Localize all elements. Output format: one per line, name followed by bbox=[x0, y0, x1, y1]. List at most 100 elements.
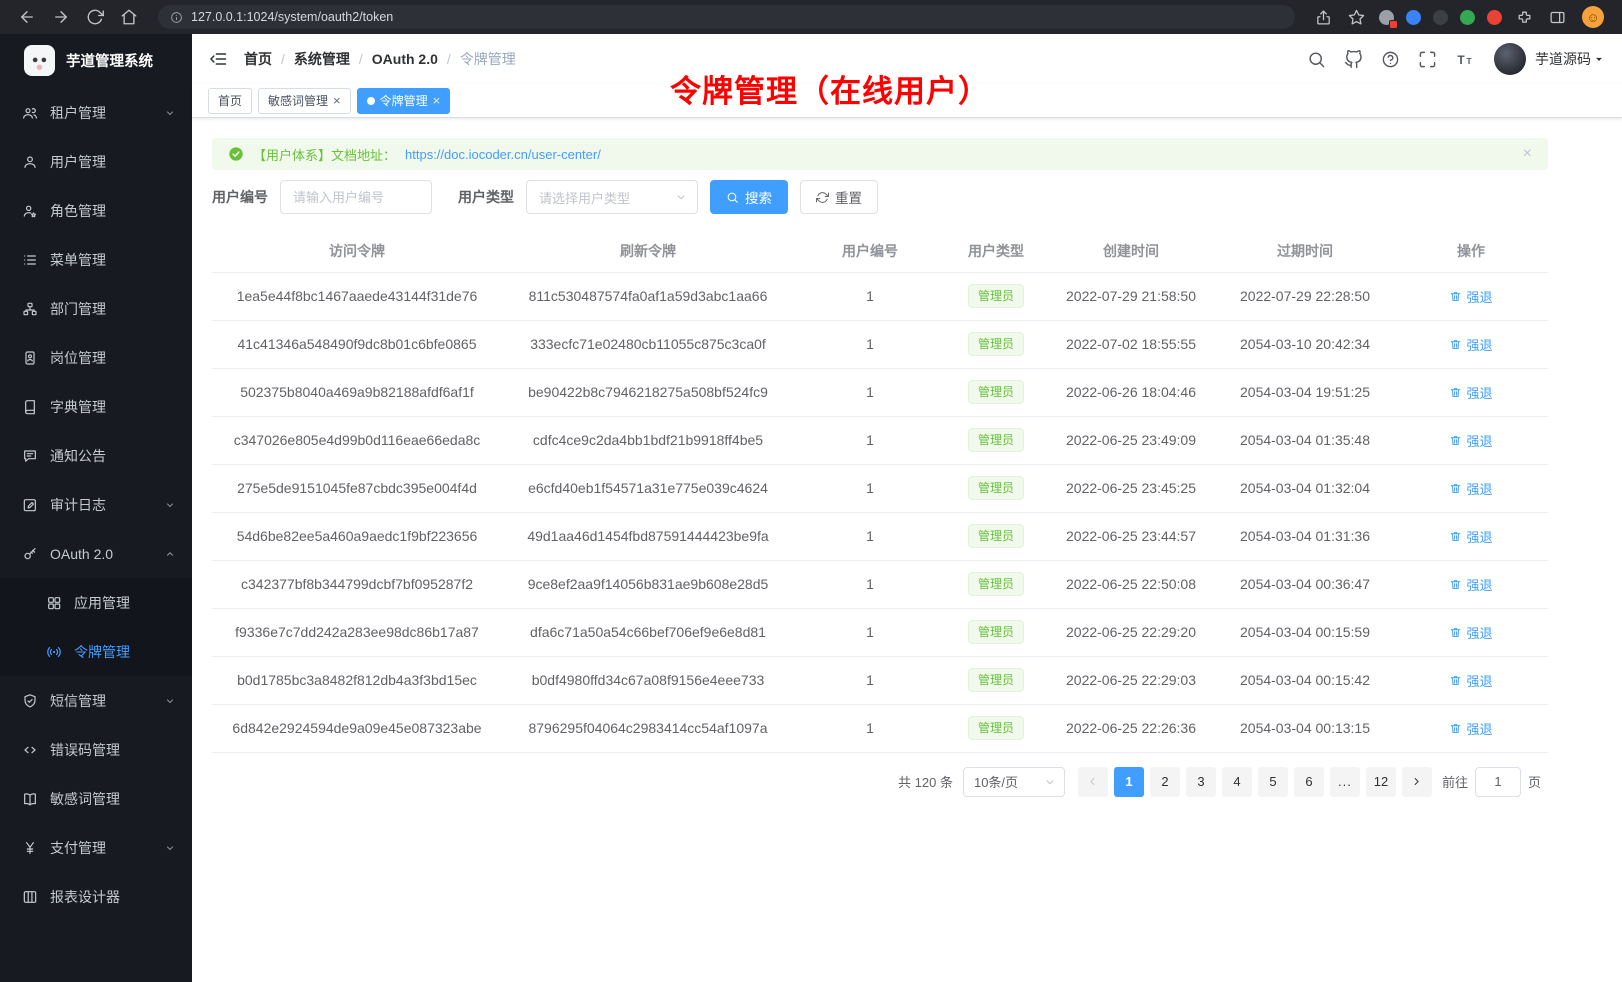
goto-page-input[interactable] bbox=[1475, 767, 1521, 797]
browser-forward-icon[interactable] bbox=[52, 8, 70, 26]
font-size-icon[interactable]: TT bbox=[1455, 50, 1474, 69]
user-type-cell: 管理员 bbox=[946, 560, 1046, 608]
sidebar-item-0[interactable]: 租户管理 bbox=[0, 88, 192, 137]
force-logout-button[interactable]: 强退 bbox=[1449, 623, 1492, 642]
force-logout-label: 强退 bbox=[1466, 287, 1492, 306]
sidebar-item-10[interactable]: 应用管理 bbox=[0, 578, 192, 627]
sidebar-item-8[interactable]: 审计日志 bbox=[0, 480, 192, 529]
page-size-value: 10条/页 bbox=[974, 772, 1018, 791]
sidebar-item-13[interactable]: 错误码管理 bbox=[0, 725, 192, 774]
app-logo[interactable]: 芋道管理系统 bbox=[0, 34, 192, 86]
table-row: f9336e7c7dd242a283ee98dc86b17a87dfa6c71a… bbox=[212, 608, 1548, 656]
extension-icon[interactable] bbox=[1433, 10, 1448, 25]
fullscreen-icon[interactable] bbox=[1418, 50, 1437, 69]
action-cell: 强退 bbox=[1394, 608, 1548, 656]
sidebar-item-label: 租户管理 bbox=[50, 103, 106, 123]
action-cell: 强退 bbox=[1394, 272, 1548, 320]
side-panel-icon[interactable] bbox=[1549, 9, 1566, 26]
user-type-badge: 管理员 bbox=[968, 620, 1024, 644]
breadcrumb-oauth[interactable]: OAuth 2.0 bbox=[372, 51, 460, 67]
chevron-down-icon bbox=[164, 842, 176, 854]
page-button-1[interactable]: 1 bbox=[1114, 767, 1144, 797]
sidebar-item-2[interactable]: 角色管理 bbox=[0, 186, 192, 235]
page-button-6[interactable]: 6 bbox=[1294, 767, 1324, 797]
reset-button[interactable]: 重置 bbox=[800, 180, 878, 214]
sidebar-item-7[interactable]: 通知公告 bbox=[0, 431, 192, 480]
prev-page-button[interactable] bbox=[1078, 767, 1108, 797]
breadcrumb-system[interactable]: 系统管理 bbox=[294, 49, 372, 69]
menu-icon bbox=[22, 252, 38, 268]
force-logout-button[interactable]: 强退 bbox=[1449, 671, 1492, 690]
page-button-12[interactable]: 12 bbox=[1366, 767, 1396, 797]
create-time-cell: 2022-07-02 18:55:55 bbox=[1046, 320, 1216, 368]
page-button-5[interactable]: 5 bbox=[1258, 767, 1288, 797]
tag-sensitive-words[interactable]: 敏感词管理 × bbox=[258, 88, 351, 114]
extension-icon[interactable] bbox=[1406, 10, 1421, 25]
tag-token-management[interactable]: 令牌管理 × bbox=[357, 88, 451, 114]
breadcrumb-home[interactable]: 首页 bbox=[244, 49, 294, 69]
sidebar-item-label: 通知公告 bbox=[50, 446, 106, 466]
sidebar-item-5[interactable]: 岗位管理 bbox=[0, 333, 192, 382]
extension-icon[interactable] bbox=[1487, 10, 1502, 25]
page-button-2[interactable]: 2 bbox=[1150, 767, 1180, 797]
refresh-token-cell: 333ecfc71e02480cb11055c875c3ca0f bbox=[502, 320, 794, 368]
browser-back-icon[interactable] bbox=[18, 8, 36, 26]
bookmark-star-icon[interactable] bbox=[1348, 9, 1365, 26]
github-icon[interactable] bbox=[1344, 50, 1363, 69]
sidebar-item-1[interactable]: 用户管理 bbox=[0, 137, 192, 186]
force-logout-button[interactable]: 强退 bbox=[1449, 479, 1492, 498]
browser-profile-avatar[interactable]: ☺ bbox=[1582, 6, 1604, 28]
post-icon bbox=[22, 350, 38, 366]
page-size-select[interactable]: 10条/页 bbox=[963, 767, 1065, 797]
pager-ellipsis[interactable]: ... bbox=[1330, 767, 1360, 797]
chevron-down-icon[interactable] bbox=[1592, 52, 1606, 66]
user-id-input[interactable] bbox=[280, 180, 432, 214]
address-bar[interactable]: 127.0.0.1:1024/system/oauth2/token bbox=[158, 5, 1295, 29]
search-button[interactable]: 搜索 bbox=[710, 180, 788, 214]
force-logout-button[interactable]: 强退 bbox=[1449, 719, 1492, 738]
sidebar-item-label: 用户管理 bbox=[50, 152, 106, 172]
user-type-cell: 管理员 bbox=[946, 656, 1046, 704]
force-logout-button[interactable]: 强退 bbox=[1449, 383, 1492, 402]
sidebar-item-15[interactable]: 支付管理 bbox=[0, 823, 192, 872]
access-token-cell: c342377bf8b344799dcbf7bf095287f2 bbox=[212, 560, 502, 608]
search-icon[interactable] bbox=[1307, 50, 1326, 69]
force-logout-button[interactable]: 强退 bbox=[1449, 527, 1492, 546]
sidebar-item-11[interactable]: 令牌管理 bbox=[0, 627, 192, 676]
site-info-icon[interactable] bbox=[170, 11, 183, 24]
sidebar-item-6[interactable]: 字典管理 bbox=[0, 382, 192, 431]
sidebar-item-3[interactable]: 菜单管理 bbox=[0, 235, 192, 284]
sidebar-item-4[interactable]: 部门管理 bbox=[0, 284, 192, 333]
sidebar-collapse-icon[interactable] bbox=[208, 49, 228, 69]
create-time-cell: 2022-06-25 22:29:20 bbox=[1046, 608, 1216, 656]
sidebar-item-12[interactable]: 短信管理 bbox=[0, 676, 192, 725]
close-icon[interactable]: × bbox=[433, 94, 441, 107]
doc-link[interactable]: https://doc.iocoder.cn/user-center/ bbox=[405, 147, 601, 162]
create-time-cell: 2022-06-25 22:26:36 bbox=[1046, 704, 1216, 752]
extensions-puzzle-icon[interactable] bbox=[1516, 9, 1533, 26]
extension-icon[interactable] bbox=[1460, 10, 1475, 25]
next-page-button[interactable] bbox=[1402, 767, 1432, 797]
expire-time-cell: 2054-03-04 01:35:48 bbox=[1216, 416, 1394, 464]
force-logout-button[interactable]: 强退 bbox=[1449, 575, 1492, 594]
sidebar-item-16[interactable]: 报表设计器 bbox=[0, 872, 192, 921]
user-avatar[interactable] bbox=[1494, 43, 1526, 75]
help-icon[interactable] bbox=[1381, 50, 1400, 69]
page-button-3[interactable]: 3 bbox=[1186, 767, 1216, 797]
alert-close-icon[interactable]: × bbox=[1523, 146, 1532, 162]
sidebar-item-9[interactable]: OAuth 2.0 bbox=[0, 529, 192, 578]
browser-reload-icon[interactable] bbox=[86, 8, 104, 26]
sidebar-item-14[interactable]: 敏感词管理 bbox=[0, 774, 192, 823]
browser-home-icon[interactable] bbox=[120, 8, 138, 26]
force-logout-button[interactable]: 强退 bbox=[1449, 431, 1492, 450]
user-type-select[interactable]: 请选择用户类型 bbox=[526, 180, 698, 214]
username[interactable]: 芋道源码 bbox=[1535, 49, 1591, 69]
tag-home[interactable]: 首页 bbox=[208, 88, 252, 114]
close-icon[interactable]: × bbox=[333, 94, 341, 107]
force-logout-button[interactable]: 强退 bbox=[1449, 335, 1492, 354]
force-logout-button[interactable]: 强退 bbox=[1449, 287, 1492, 306]
share-icon[interactable] bbox=[1315, 9, 1332, 26]
sidebar-item-label: 岗位管理 bbox=[50, 348, 106, 368]
page-button-4[interactable]: 4 bbox=[1222, 767, 1252, 797]
extension-icon[interactable] bbox=[1379, 10, 1394, 25]
